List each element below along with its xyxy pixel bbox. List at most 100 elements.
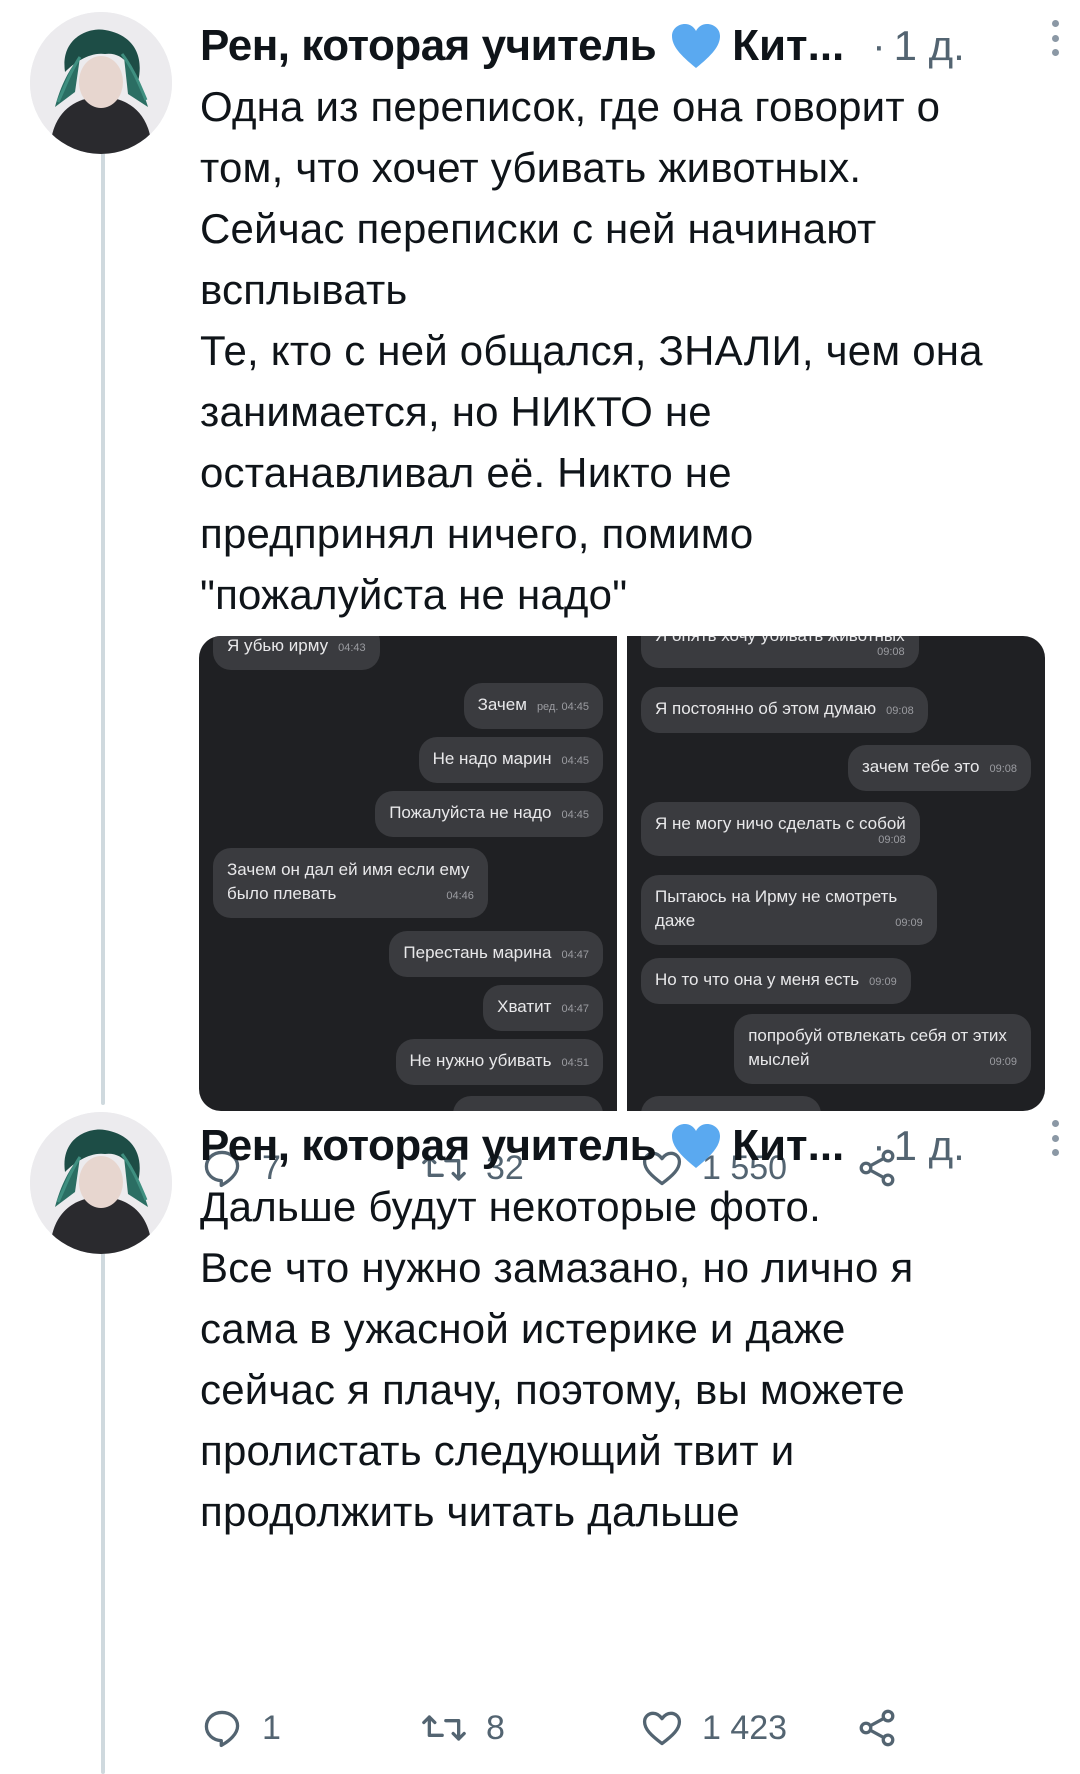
dot-separator: · [872, 1123, 886, 1168]
like-button[interactable]: 1 423 [640, 1700, 787, 1756]
chat-bubble-text: Зачем он дал ей имя если ему [227, 860, 470, 879]
chat-bubble-time: 04:45 [561, 809, 589, 821]
chat-bubble: Пытаюсь на Ирму не смотреть даже 09:09 [641, 875, 937, 945]
tweet[interactable]: Рен, которая учитель Кит... · 1 д. Одна … [0, 0, 1080, 1188]
chat-bubble: Хватит 04:47 [483, 985, 603, 1031]
more-icon[interactable] [1048, 20, 1062, 56]
like-icon [642, 1711, 682, 1746]
chat-bubble: Пожалуйста не надо 04:45 [375, 791, 603, 837]
reply-count: 1 [262, 1708, 281, 1747]
tweet-text-line: Сейчас переписки с ней начинают [200, 205, 877, 252]
chat-bubble-text: Не нужно убивать [409, 1051, 552, 1070]
reply-icon [204, 1710, 240, 1748]
tweet-header: Рен, которая учитель Кит... · 1 д. [200, 18, 1060, 74]
author-handle[interactable]: Кит [732, 21, 807, 71]
author-handle[interactable]: Кит [732, 1121, 807, 1171]
chat-bubble: Перестань марина 04:47 [389, 931, 603, 977]
chat-bubble-time: 04:45 [561, 755, 589, 767]
chat-bubble-text: Но то что она у меня есть [655, 970, 860, 989]
blue-heart-icon [670, 1122, 722, 1170]
tweet-text-line: всплывать [200, 266, 408, 313]
chat-bubble-text: попробуй отвлекать себя от этих [748, 1026, 1007, 1045]
chat-screenshot-right[interactable]: Я опять хочу убивать животных09:08 Я пос… [627, 636, 1045, 1111]
chat-bubble-text: мыслей [748, 1050, 810, 1069]
chat-bubble-time: 09:09 [869, 976, 897, 988]
tweet-text: Одна из переписок, где она говорит о том… [200, 76, 1056, 625]
chat-bubble: попробуй отвлекать себя от этих мыслей 09:… [734, 1014, 1031, 1084]
retweet-button[interactable]: 8 [420, 1700, 505, 1756]
chat-bubble-text: Хватит [497, 997, 552, 1016]
tweet-text-line: занимается, но НИКТО не [200, 388, 712, 435]
tweet-text-line: том, что хочет убивать животных. [200, 144, 862, 191]
tweet-text-line: сейчас я плачу, поэтому, вы можете [200, 1366, 905, 1413]
share-icon [859, 1709, 895, 1747]
retweet-icon [422, 1715, 466, 1741]
blue-heart-icon [670, 22, 722, 70]
tweet-text-line: "пожалуйста не надо" [200, 571, 628, 618]
chat-bubble-time: 09:09 [989, 1056, 1017, 1068]
chat-bubble-time: ред. 04:45 [536, 701, 589, 713]
tweet-text-line: Дальше будут некоторые фото. [200, 1183, 821, 1230]
tweet-text: Дальше будут некоторые фото. Все что нуж… [200, 1176, 1056, 1542]
chat-bubble-text: Я убью ирму [227, 636, 329, 655]
dot-separator: · [872, 23, 886, 68]
tweet-text-line: сама в ужасной истерике и даже [200, 1305, 846, 1352]
chat-bubble: Я убью ирму 04:43 [213, 636, 380, 670]
like-count: 1 423 [702, 1708, 788, 1747]
tweet-media[interactable]: Я убью ирму 04:43 Зачем ред. 04:45 Не надо… [199, 636, 1045, 1111]
tweet[interactable]: Рен, которая учитель Кит... · 1 д. Дальш… [0, 1100, 1080, 1774]
tweet-text-line: останавливал её. Никто не [200, 449, 732, 496]
tweet-text-line: Одна из переписок, где она говорит о [200, 83, 941, 130]
chat-bubble-time: 04:47 [561, 1003, 589, 1015]
chat-bubble-text: Перестань марина [403, 943, 552, 962]
tweet-text-line: предпринял ничего, помимо [200, 510, 754, 557]
chat-bubble: зачем тебе это 09:08 [847, 745, 1031, 791]
chat-bubble-text: Пытаюсь на Ирму не смотреть [655, 887, 898, 906]
chat-bubble-time: 04:46 [446, 890, 474, 902]
avatar-image [30, 12, 172, 154]
chat-screenshot-left[interactable]: Я убью ирму 04:43 Зачем ред. 04:45 Не надо… [199, 636, 617, 1111]
avatar[interactable] [30, 1112, 172, 1254]
reply-button[interactable]: 1 [200, 1700, 281, 1756]
chat-bubble-time: 09:08 [877, 646, 905, 658]
tweet-text-line: продолжить читать дальше [200, 1488, 740, 1535]
chat-bubble-text: Я опять хочу убивать животных [655, 636, 905, 645]
chat-bubble: Я опять хочу убивать животных09:08 [641, 636, 919, 668]
chat-bubble-time: 09:08 [886, 705, 914, 717]
chat-bubble-text: было плевать [227, 884, 337, 903]
retweet-count: 8 [486, 1708, 505, 1747]
chat-bubble-text: Я постоянно об этом думаю [655, 699, 877, 718]
author-name[interactable]: Рен, которая учитель [200, 21, 657, 71]
chat-bubble-time: 09:09 [895, 917, 923, 929]
chat-bubble-text: Я не могу ничо сделать с собой [655, 814, 906, 833]
chat-bubble-text: даже [655, 911, 696, 930]
chat-bubble: Я не могу ничо сделать с собой 09:08 [641, 802, 920, 856]
tweet-time[interactable]: 1 д. [894, 1122, 965, 1170]
chat-bubble-time: 04:47 [561, 949, 589, 961]
chat-bubble-time: 09:08 [989, 763, 1017, 775]
share-button[interactable] [855, 1700, 899, 1756]
tweet-text-line: Те, кто с ней общался, ЗНАЛИ, чем она [200, 327, 983, 374]
chat-bubble: Зачем он дал ей имя если ему было плевать… [213, 848, 488, 918]
chat-bubble-text: Не надо марин [432, 749, 552, 768]
chat-bubble: Зачем ред. 04:45 [463, 683, 603, 729]
author-name[interactable]: Рен, которая учитель [200, 1121, 657, 1171]
chat-bubble-text: Пожалуйста не надо [389, 803, 552, 822]
more-icon[interactable] [1048, 1120, 1062, 1156]
handle-ellipsis: ... [807, 1121, 845, 1170]
avatar-image [30, 1112, 172, 1254]
avatar[interactable] [30, 12, 172, 154]
chat-bubble: Не нужно убивать 04:51 [395, 1039, 603, 1085]
tweet-text-line: пролистать следующий твит и [200, 1427, 795, 1474]
tweet-time[interactable]: 1 д. [894, 22, 965, 70]
tweet-header: Рен, которая учитель Кит... · 1 д. [200, 1118, 1060, 1174]
chat-bubble-text: Зачем [477, 695, 527, 714]
chat-bubble-text: зачем тебе это [861, 757, 980, 776]
chat-bubble-time: 04:43 [338, 642, 366, 654]
tweet-text-line: Все что нужно замазано, но лично я [200, 1244, 914, 1291]
chat-bubble: Но то что она у меня есть 09:09 [641, 958, 911, 1004]
tweet-actions: 1 8 1 423 [200, 1700, 920, 1756]
chat-bubble-time: 04:51 [561, 1057, 589, 1069]
chat-bubble: Не надо марин 04:45 [418, 737, 603, 783]
chat-bubble: Я постоянно об этом думаю 09:08 [641, 687, 928, 733]
